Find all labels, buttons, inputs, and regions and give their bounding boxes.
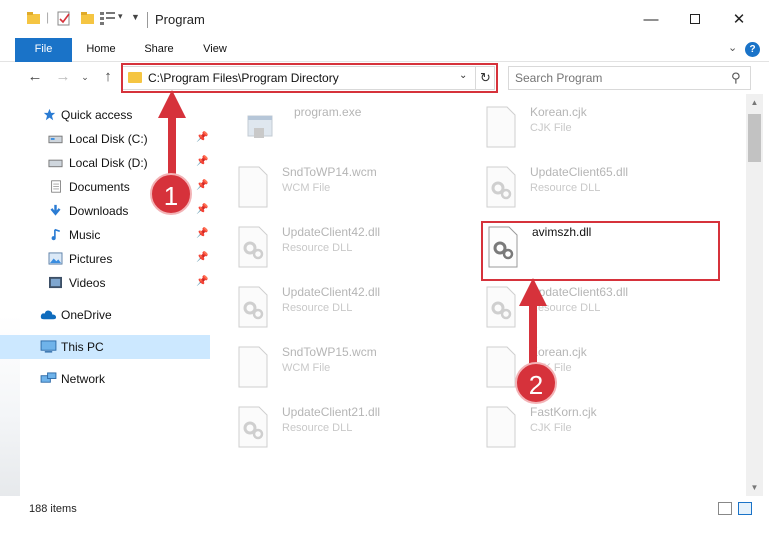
callout-badge-1: 1 [150, 173, 192, 215]
callout-badge-2: 2 [515, 362, 557, 404]
arrow-up-icon [158, 90, 186, 118]
arrow-up-icon [519, 278, 547, 306]
annotation-arrows [158, 90, 547, 370]
